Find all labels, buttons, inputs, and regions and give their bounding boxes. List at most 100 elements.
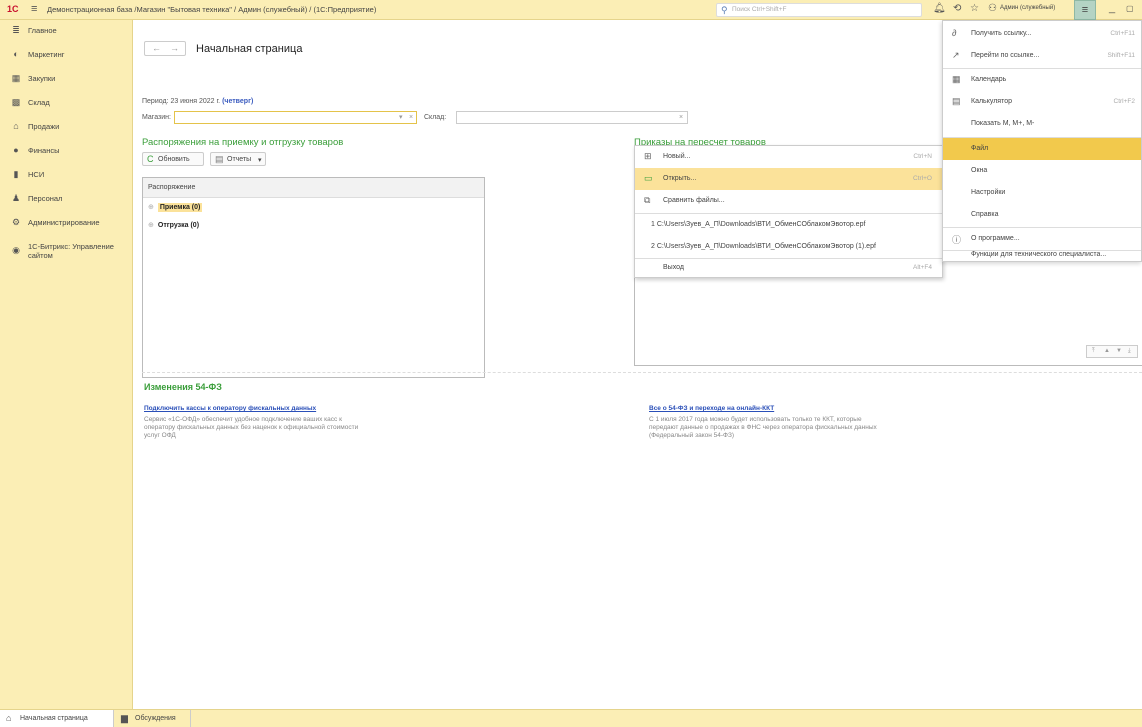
open-folder-icon: ▭: [644, 173, 653, 183]
menu-item-new[interactable]: ⊞ Новый... Ctrl+N: [635, 146, 942, 168]
period-label: Период:: [142, 98, 169, 105]
menu-item-shortcut: Alt+F4: [913, 264, 932, 271]
scroll-bottom-icon[interactable]: ⤓: [1128, 348, 1131, 355]
period-row: Период: 23 июня 2022 г. (четверг): [142, 98, 253, 105]
purchases-icon: ▦: [11, 73, 21, 83]
sidebar-item-label: 1С-Битрикс: Управление сайтом: [28, 242, 114, 260]
chat-icon: ▆: [121, 713, 128, 723]
sidebar-item-label: Персонал: [28, 194, 63, 203]
new-file-icon: ⊞: [644, 151, 652, 161]
sidebar-item-personnel[interactable]: ♟ Персонал: [0, 188, 133, 210]
navigation-buttons: ← →: [144, 41, 186, 56]
main-menu-dropdown: ∂ Получить ссылку... Ctrl+F11 ↗ Перейти …: [942, 20, 1142, 262]
menu-item-calculator[interactable]: ▤ Калькулятор Ctrl+F2: [943, 91, 1141, 113]
sidebar-item-finance[interactable]: ● Финансы: [0, 140, 133, 162]
sidebar-item-label: Склад: [28, 98, 50, 107]
minimize-icon[interactable]: _: [1109, 2, 1115, 14]
menu-item-recent-file-2[interactable]: 2 C:\Users\Зуев_А_П\Downloads\ВТИ_ОбменС…: [635, 236, 942, 258]
sidebar-item-label: Главное: [28, 26, 57, 35]
column-header-label: Распоряжение: [148, 184, 196, 191]
reports-button[interactable]: ▤ Отчеты ▾: [210, 152, 266, 166]
tab-home[interactable]: ⌂ Начальная страница: [0, 710, 114, 727]
main-menu-icon[interactable]: ≡: [31, 3, 37, 15]
global-search-input[interactable]: ⚲ Поиск Ctrl+Shift+F: [716, 3, 922, 17]
menu-item-about[interactable]: ⓘ О программе...: [943, 228, 1141, 250]
sidebar-item-bitrix[interactable]: ◉ 1С-Битрикс: Управление сайтом: [0, 236, 133, 268]
menu-item-windows[interactable]: Окна: [943, 160, 1141, 182]
menu-item-show-memory[interactable]: Показать M, M+, M-: [943, 113, 1141, 135]
reports-button-label: Отчеты: [227, 156, 252, 163]
sidebar-item-marketing[interactable]: ◐ Маркетинг: [0, 44, 133, 66]
sections-panel: ≣ Главное ◐ Маркетинг ▦ Закупки ▩ Склад …: [0, 20, 133, 709]
menu-item-calendar[interactable]: ▦ Календарь: [943, 69, 1141, 91]
clear-icon[interactable]: ×: [409, 112, 413, 123]
menu-item-help[interactable]: Справка: [943, 204, 1141, 226]
expand-icon[interactable]: ⊕: [148, 204, 154, 211]
period-date: 23 июня 2022 г.: [170, 98, 221, 105]
chevron-down-icon: ▾: [258, 157, 262, 164]
tab-discussions[interactable]: ▆ Обсуждения: [115, 710, 191, 727]
menu-item-label: Перейти по ссылке...: [971, 52, 1040, 59]
person-icon: ♟: [11, 193, 21, 203]
reference-book-icon: ▮: [13, 169, 19, 179]
scroll-up-icon[interactable]: ▲: [1104, 348, 1110, 354]
current-user[interactable]: Админ (служебный): [1000, 5, 1055, 11]
shop-field[interactable]: ▾ ×: [174, 111, 417, 124]
menu-item-shortcut: Ctrl+F2: [1113, 98, 1136, 105]
news-link[interactable]: Подключить кассы к оператору фискальных …: [144, 405, 316, 412]
tree-row-label: Отгрузка (0): [157, 222, 200, 229]
forward-arrow-icon[interactable]: →: [170, 43, 179, 53]
warehouse-field[interactable]: ×: [456, 111, 688, 124]
divider: [142, 372, 1142, 373]
menu-item-tech-functions[interactable]: Функции для технического специалиста...: [943, 250, 1141, 262]
search-icon: ⚲: [721, 5, 728, 15]
menu-item-label: Калькулятор: [971, 98, 1012, 105]
history-icon[interactable]: ⟲: [953, 3, 961, 14]
sidebar-item-nsi[interactable]: ▮ НСИ: [0, 164, 133, 186]
menu-item-file[interactable]: Файл: [943, 138, 1141, 160]
dropdown-icon[interactable]: ▾: [399, 112, 403, 123]
menu-item-recent-file-1[interactable]: 1 C:\Users\Зуев_А_П\Downloads\ВТИ_ОбменС…: [635, 214, 942, 236]
menu-item-get-link[interactable]: ∂ Получить ссылку... Ctrl+F11: [943, 23, 1141, 45]
news-link[interactable]: Все о 54-ФЗ и переходе на онлайн-ККТ: [649, 405, 774, 412]
menu-item-exit[interactable]: Выход Alt+F4: [635, 257, 942, 279]
menu-item-compare-files[interactable]: ⧉ Сравнить файлы...: [635, 190, 942, 212]
tab-label: Начальная страница: [20, 715, 88, 722]
period-weekday-link[interactable]: (четверг): [222, 98, 253, 105]
refresh-button[interactable]: C Обновить: [142, 152, 204, 166]
gear-icon: ⚙: [11, 217, 21, 227]
sidebar-item-administration[interactable]: ⚙ Администрирование: [0, 212, 133, 234]
notifications-icon[interactable]: 🔔︎: [933, 3, 946, 14]
menu-item-label: Показать M, M+, M-: [971, 120, 1035, 127]
bitrix-icon: ◉: [12, 245, 20, 255]
clear-icon[interactable]: ×: [679, 112, 683, 123]
orders-section-title[interactable]: Распоряжения на приемку и отгрузку товар…: [142, 137, 343, 148]
menu-item-shortcut: Ctrl+N: [913, 153, 932, 160]
finance-icon: ●: [13, 145, 19, 155]
sidebar-item-main[interactable]: ≣ Главное: [0, 20, 133, 42]
window-restore-icon[interactable]: ▢: [1126, 4, 1134, 13]
menu-item-label: Новый...: [663, 153, 691, 160]
menu-item-settings[interactable]: Настройки: [943, 182, 1141, 204]
sidebar-item-sales[interactable]: ⌂ Продажи: [0, 116, 133, 138]
favorites-star-icon[interactable]: ☆: [970, 3, 979, 14]
back-arrow-icon[interactable]: ←: [152, 43, 161, 53]
calculator-icon: ▤: [952, 96, 961, 106]
menu-item-open[interactable]: ▭ Открыть... Ctrl+O: [635, 168, 942, 190]
tab-label: Обсуждения: [135, 715, 176, 722]
sidebar-item-warehouse[interactable]: ▩ Склад: [0, 92, 133, 114]
news-title: Изменения 54-ФЗ: [144, 382, 222, 392]
user-icon[interactable]: ⚇: [988, 3, 997, 14]
sidebar-item-purchases[interactable]: ▦ Закупки: [0, 68, 133, 90]
scroll-top-icon[interactable]: ⤒: [1092, 348, 1095, 355]
menu-item-follow-link[interactable]: ↗ Перейти по ссылке... Shift+F11: [943, 45, 1141, 67]
menu-item-label: Сравнить файлы...: [663, 197, 725, 204]
scroll-down-icon[interactable]: ▼: [1116, 348, 1122, 354]
follow-link-icon: ↗: [952, 50, 960, 60]
tree-row[interactable]: ⊕ Отгрузка (0): [148, 221, 199, 229]
sidebar-item-label: Маркетинг: [28, 50, 65, 59]
hamburger-menu-icon[interactable]: ≡: [1074, 0, 1096, 20]
refresh-button-label: Обновить: [158, 156, 190, 163]
tree-row[interactable]: ⊕ Приемка (0): [148, 203, 203, 212]
expand-icon[interactable]: ⊕: [148, 222, 154, 229]
